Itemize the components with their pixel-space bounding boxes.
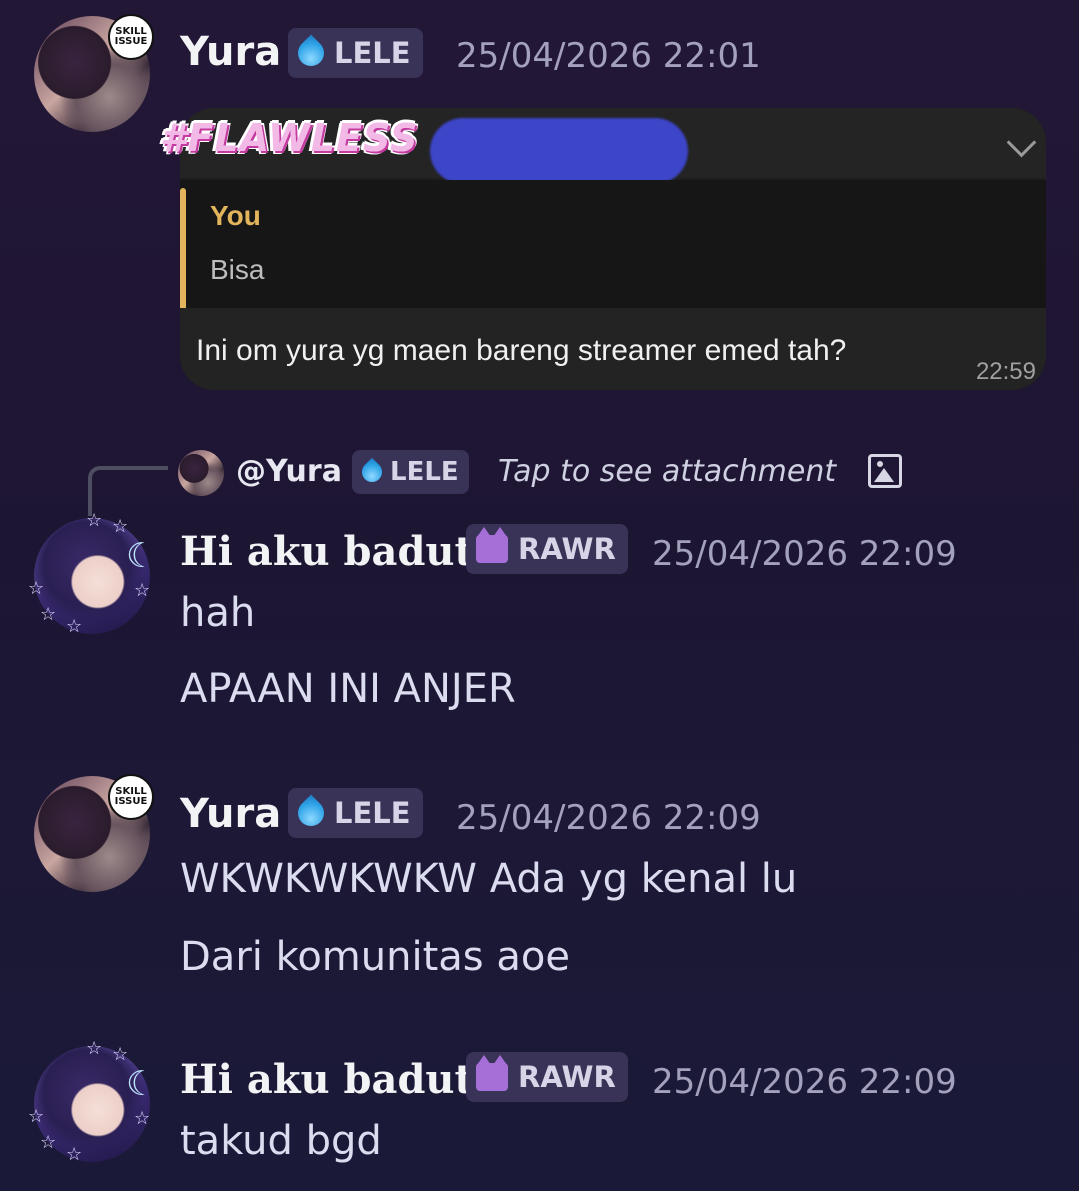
- message-timestamp: 25/04/2026 22:09: [652, 534, 957, 574]
- username-hi-aku-badut[interactable]: Hi aku badut: [180, 1056, 473, 1104]
- quoted-text: Bisa: [210, 254, 265, 285]
- badge-label: LELE: [390, 457, 459, 487]
- reply-connector: [88, 466, 168, 516]
- star-decoration-icon: ☆: [134, 580, 151, 601]
- water-drop-icon: [357, 457, 387, 487]
- star-decoration-icon: ☆: [86, 1038, 103, 1059]
- badge-label: LELE: [334, 36, 411, 70]
- badge-label: RAWR: [518, 1060, 616, 1094]
- badge-rawr[interactable]: RAWR: [466, 524, 628, 574]
- message-timestamp: 25/04/2026 22:09: [456, 798, 761, 838]
- message-line: hah: [180, 590, 256, 636]
- username-yura[interactable]: Yura: [180, 28, 281, 76]
- star-decoration-icon: ☆: [40, 604, 57, 625]
- moon-icon: ☾: [126, 1064, 157, 1104]
- flawless-sticker: #FLAWLESS: [160, 116, 419, 160]
- message-line: WKWKWKWKW Ada yg kenal lu: [180, 856, 798, 902]
- message-line: takud bgd: [180, 1118, 382, 1164]
- message-timestamp: 25/04/2026 22:01: [456, 36, 761, 76]
- cat-icon: [476, 527, 508, 563]
- badge-label: RAWR: [518, 532, 616, 566]
- star-decoration-icon: ☆: [86, 510, 103, 531]
- redacted-blur: [430, 118, 688, 184]
- badge-rawr[interactable]: RAWR: [466, 1052, 628, 1102]
- badge-lele[interactable]: LELE: [288, 788, 423, 838]
- skill-issue-decoration: SKILL ISSUE: [108, 774, 154, 820]
- image-icon: [868, 454, 902, 488]
- star-decoration-icon: ☆: [134, 1108, 151, 1129]
- screenshot-time: 22:59: [975, 358, 1036, 385]
- message-line: Dari komunitas aoe: [180, 934, 570, 980]
- water-drop-icon: [292, 34, 330, 72]
- quoted-author: You: [210, 200, 261, 231]
- reply-preview-text[interactable]: Tap to see attachment: [498, 454, 836, 489]
- star-decoration-icon: ☆: [112, 516, 129, 537]
- reply-badge-lele: LELE: [352, 450, 469, 494]
- star-decoration-icon: ☆: [28, 578, 45, 599]
- username-yura[interactable]: Yura: [180, 790, 281, 838]
- message-timestamp: 25/04/2026 22:09: [652, 1062, 957, 1102]
- cat-icon: [476, 1055, 508, 1091]
- quote-accent-bar: [180, 188, 186, 318]
- star-decoration-icon: ☆: [28, 1106, 45, 1127]
- badge-lele[interactable]: LELE: [288, 28, 423, 78]
- badge-label: LELE: [334, 796, 411, 830]
- username-hi-aku-badut[interactable]: Hi aku badut: [180, 528, 473, 576]
- water-drop-icon: [292, 794, 330, 832]
- reply-mention[interactable]: @Yura: [236, 454, 342, 489]
- star-decoration-icon: ☆: [40, 1132, 57, 1153]
- screenshot-message: Ini om yura yg maen bareng streamer emed…: [196, 334, 847, 367]
- star-decoration-icon: ☆: [112, 1044, 129, 1065]
- moon-icon: ☾: [126, 536, 157, 576]
- star-decoration-icon: ☆: [66, 616, 83, 637]
- star-decoration-icon: ☆: [66, 1144, 83, 1165]
- reply-avatar: [178, 450, 224, 496]
- skill-issue-decoration: SKILL ISSUE: [108, 14, 154, 60]
- message-line: APAAN INI ANJER: [180, 666, 516, 712]
